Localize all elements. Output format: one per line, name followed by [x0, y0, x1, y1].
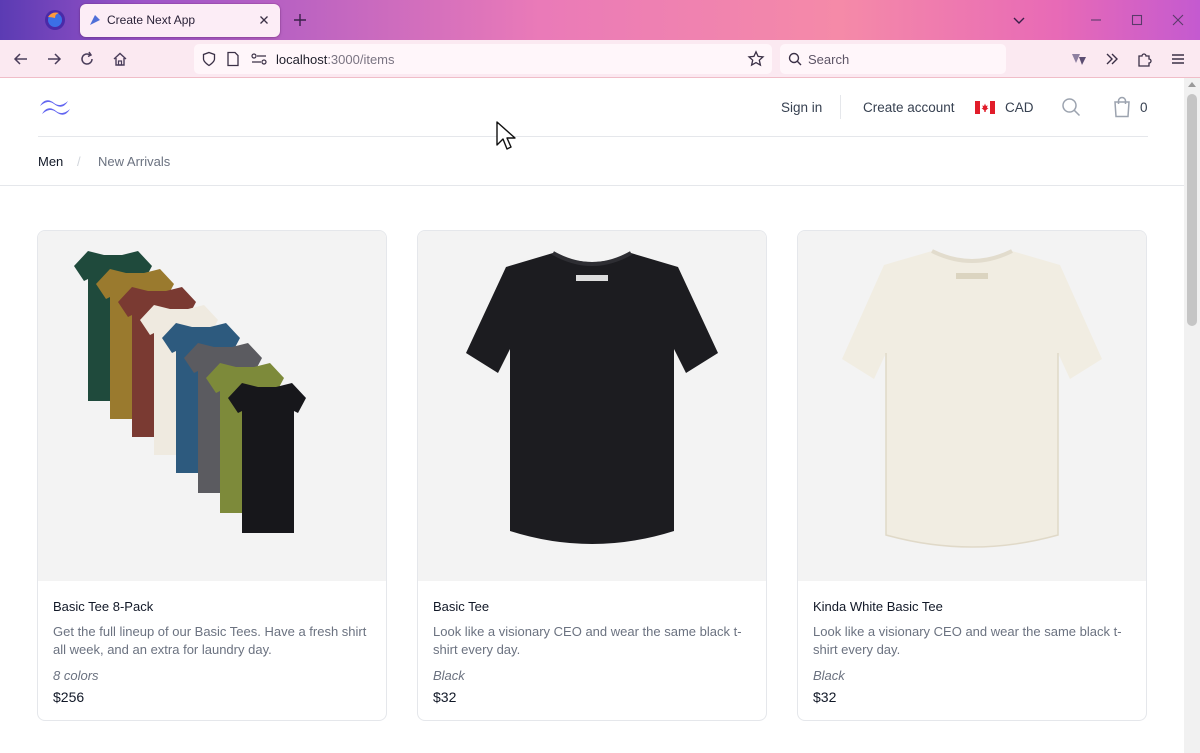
- product-card[interactable]: Basic Tee Look like a visionary CEO and …: [417, 230, 767, 721]
- url-text: localhost:3000/items: [276, 52, 395, 67]
- product-description: Look like a visionary CEO and wear the s…: [813, 624, 1122, 657]
- currency-selector[interactable]: CAD: [1005, 100, 1034, 115]
- product-description: Get the full lineup of our Basic Tees. H…: [53, 624, 367, 657]
- cart-count[interactable]: 0: [1140, 100, 1148, 115]
- product-card[interactable]: Basic Tee 8-Pack Get the full lineup of …: [37, 230, 387, 721]
- home-icon[interactable]: [111, 50, 129, 68]
- page-scrollbar[interactable]: [1184, 78, 1200, 753]
- product-card[interactable]: Kinda White Basic Tee Look like a vision…: [797, 230, 1147, 721]
- search-icon[interactable]: [1061, 97, 1081, 117]
- search-icon: [788, 52, 802, 66]
- product-price: $256: [53, 689, 85, 705]
- scrollbar-thumb[interactable]: [1187, 94, 1197, 326]
- product-name[interactable]: Basic Tee: [433, 599, 489, 614]
- product-description: Look like a visionary CEO and wear the s…: [433, 624, 742, 657]
- product-image-black-tee[interactable]: [418, 231, 766, 581]
- menu-icon[interactable]: [1169, 50, 1187, 68]
- maximize-icon[interactable]: [1129, 12, 1145, 28]
- address-bar[interactable]: localhost:3000/items: [194, 44, 772, 74]
- browser-tab-strip: Create Next App: [0, 0, 1200, 40]
- mouse-cursor-icon: [496, 121, 516, 150]
- back-icon[interactable]: [12, 50, 30, 68]
- browser-search-field[interactable]: Search: [780, 44, 1006, 74]
- scroll-up-arrow-icon[interactable]: [1188, 82, 1196, 87]
- product-price: $32: [433, 689, 457, 705]
- product-image-8-pack[interactable]: [38, 231, 386, 581]
- product-variant: 8 colors: [53, 668, 99, 683]
- sign-in-link[interactable]: Sign in: [781, 100, 822, 115]
- product-variant: Black: [433, 668, 465, 683]
- product-price: $32: [813, 689, 837, 705]
- product-name[interactable]: Kinda White Basic Tee: [813, 599, 943, 614]
- breadcrumb-new-arrivals[interactable]: New Arrivals: [98, 154, 170, 169]
- breadcrumb-divider: [0, 185, 1184, 186]
- tab-title: Create Next App: [107, 13, 196, 27]
- close-tab-icon[interactable]: [256, 12, 272, 28]
- browser-tab[interactable]: Create Next App: [80, 4, 280, 37]
- search-placeholder: Search: [808, 52, 850, 67]
- page-icon[interactable]: [226, 51, 240, 67]
- overflow-chevron-icon[interactable]: [1103, 50, 1121, 68]
- shopping-bag-icon[interactable]: [1112, 96, 1132, 118]
- close-window-icon[interactable]: [1170, 12, 1186, 28]
- reload-icon[interactable]: [78, 50, 96, 68]
- web-page: Sign in Create account CAD 0 Men / New A…: [0, 78, 1184, 753]
- shield-icon[interactable]: [201, 51, 217, 67]
- canada-flag-icon[interactable]: [975, 101, 995, 114]
- header-separator: [840, 95, 841, 119]
- product-name[interactable]: Basic Tee 8-Pack: [53, 599, 153, 614]
- minimize-icon[interactable]: [1088, 12, 1104, 28]
- translate-icon[interactable]: [1070, 50, 1088, 68]
- product-image-white-tee[interactable]: [798, 231, 1146, 581]
- product-variant: Black: [813, 668, 845, 683]
- bookmark-star-icon[interactable]: [747, 50, 765, 68]
- browser-toolbar: localhost:3000/items Search: [0, 40, 1200, 78]
- extensions-icon[interactable]: [1136, 50, 1154, 68]
- header-divider: [38, 136, 1148, 137]
- brand-logo-icon[interactable]: [38, 96, 72, 118]
- breadcrumb-men[interactable]: Men: [38, 154, 63, 169]
- permissions-icon[interactable]: [250, 52, 268, 66]
- list-all-tabs-icon[interactable]: [1011, 12, 1027, 28]
- forward-icon[interactable]: [45, 50, 63, 68]
- new-tab-icon[interactable]: [292, 12, 308, 28]
- create-account-link[interactable]: Create account: [863, 100, 955, 115]
- favicon-icon: [90, 15, 100, 25]
- firefox-icon[interactable]: [44, 9, 66, 31]
- breadcrumb-separator: /: [77, 154, 81, 169]
